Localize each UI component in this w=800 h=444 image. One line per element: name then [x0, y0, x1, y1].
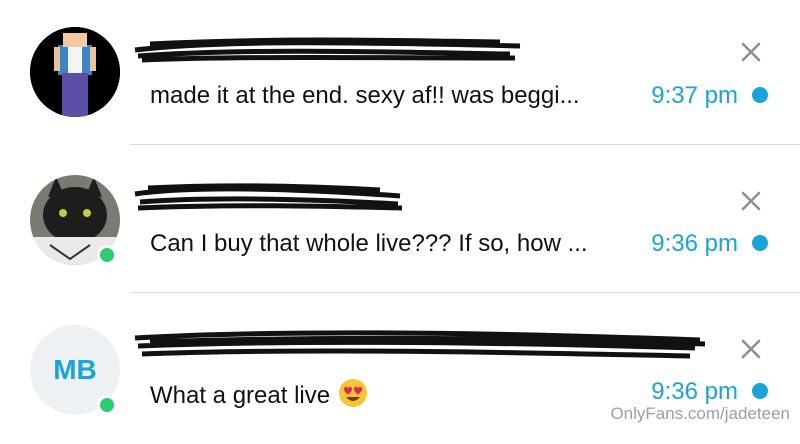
- message-time: 9:36 pm: [651, 230, 738, 257]
- conversation-row[interactable]: made it at the end. sexy af!! was beggi.…: [0, 0, 800, 148]
- message-time: 9:36 pm: [651, 378, 738, 405]
- divider: [130, 144, 800, 145]
- message-preview-text: What a great live: [150, 382, 331, 409]
- cartoon-person-avatar[interactable]: [30, 27, 120, 117]
- close-icon[interactable]: [738, 39, 764, 65]
- unread-indicator: [752, 383, 768, 399]
- message-preview: Can I buy that whole live??? If so, how …: [150, 230, 588, 257]
- online-status-dot: [97, 245, 117, 265]
- message-preview: What a great live: [150, 378, 368, 410]
- close-icon[interactable]: [738, 188, 764, 214]
- watermark: OnlyFans.com/jadeteen: [610, 404, 790, 423]
- conversation-row[interactable]: Can I buy that whole live??? If so, how …: [0, 148, 800, 296]
- message-preview: made it at the end. sexy af!! was beggi.…: [150, 82, 580, 109]
- unread-indicator: [752, 87, 768, 103]
- redacted-username: [134, 183, 403, 211]
- unread-indicator: [752, 235, 768, 251]
- redacted-username: [134, 330, 706, 359]
- redacted-username: [134, 37, 521, 63]
- message-time: 9:37 pm: [651, 82, 738, 109]
- online-status-dot: [97, 395, 117, 415]
- divider: [130, 292, 800, 293]
- heart-eyes-emoji-icon: [339, 379, 368, 407]
- close-icon[interactable]: [738, 336, 764, 362]
